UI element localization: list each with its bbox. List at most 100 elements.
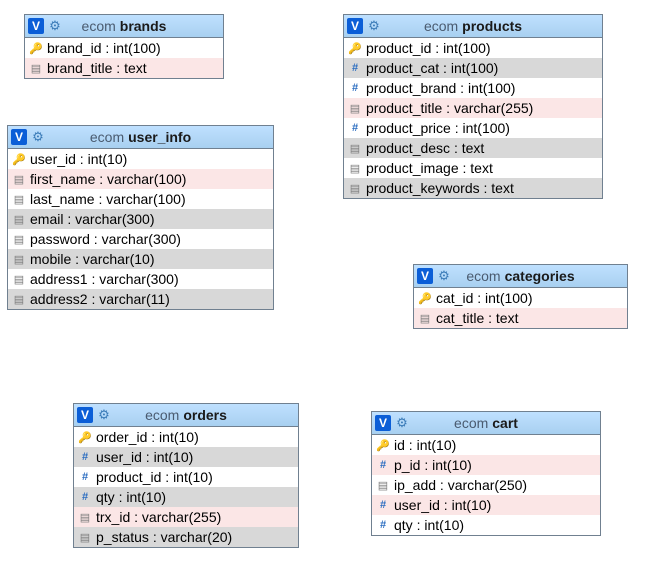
column-row[interactable]: 🔑brand_id : int(100): [25, 38, 223, 58]
column-name: id: [394, 437, 405, 453]
key-icon: 🔑: [418, 291, 432, 305]
column-name: product_desc: [366, 140, 450, 156]
column-row[interactable]: ▤product_desc : text: [344, 138, 602, 158]
column-row[interactable]: #product_cat : int(100): [344, 58, 602, 78]
column-def: product_desc : text: [366, 140, 484, 156]
column-row[interactable]: ▤product_title : varchar(255): [344, 98, 602, 118]
view-badge-icon[interactable]: V: [11, 129, 27, 145]
column-row[interactable]: ▤password : varchar(300): [8, 229, 273, 249]
separator: :: [456, 80, 468, 96]
hash-icon: #: [78, 470, 92, 484]
column-type: int(10): [173, 469, 213, 485]
column-row[interactable]: #product_brand : int(100): [344, 78, 602, 98]
table-header[interactable]: V⚙ecomcategories: [414, 265, 627, 288]
column-row[interactable]: #qty : int(10): [74, 487, 298, 507]
table-user_info[interactable]: V⚙ecomuser_info🔑user_id : int(10)▤first_…: [7, 125, 274, 310]
separator: :: [130, 509, 142, 525]
table-products[interactable]: V⚙ecomproducts🔑product_id : int(100)#pro…: [343, 14, 603, 199]
separator: :: [161, 469, 173, 485]
table-header[interactable]: V⚙ecombrands: [25, 15, 223, 38]
column-def: product_price : int(100): [366, 120, 510, 136]
column-row[interactable]: 🔑product_id : int(100): [344, 38, 602, 58]
table-name: user_info: [128, 129, 191, 145]
column-row[interactable]: ▤first_name : varchar(100): [8, 169, 273, 189]
gear-icon[interactable]: ⚙: [366, 18, 382, 34]
view-badge-icon[interactable]: V: [417, 268, 433, 284]
table-header[interactable]: V⚙ecomuser_info: [8, 126, 273, 149]
column-name: product_title: [366, 100, 442, 116]
table-header[interactable]: V⚙ecomorders: [74, 404, 298, 427]
view-badge-icon[interactable]: V: [347, 18, 363, 34]
column-name: order_id: [96, 429, 147, 445]
gear-icon[interactable]: ⚙: [96, 407, 112, 423]
table-brands[interactable]: V⚙ecombrands🔑brand_id : int(100)▤brand_t…: [24, 14, 224, 79]
column-def: order_id : int(10): [96, 429, 199, 445]
view-badge-icon[interactable]: V: [375, 415, 391, 431]
column-name: user_id: [30, 151, 76, 167]
column-type: text: [462, 140, 485, 156]
column-row[interactable]: ▤address2 : varchar(11): [8, 289, 273, 309]
text-icon: ▤: [12, 232, 26, 246]
gear-icon[interactable]: ⚙: [47, 18, 63, 34]
table-cart[interactable]: V⚙ecomcart🔑id : int(10)#p_id : int(10)▤i…: [371, 411, 601, 536]
column-row[interactable]: ▤ip_add : varchar(250): [372, 475, 600, 495]
column-row[interactable]: #qty : int(10): [372, 515, 600, 535]
gear-icon[interactable]: ⚙: [394, 415, 410, 431]
column-type: int(10): [417, 437, 457, 453]
column-type: text: [470, 160, 493, 176]
view-badge-icon[interactable]: V: [28, 18, 44, 34]
separator: :: [439, 60, 451, 76]
table-header[interactable]: V⚙ecomcart: [372, 412, 600, 435]
column-name: product_price: [366, 120, 451, 136]
column-row[interactable]: ▤product_keywords : text: [344, 178, 602, 198]
column-name: qty: [96, 489, 115, 505]
column-name: mobile: [30, 251, 71, 267]
column-row[interactable]: #user_id : int(10): [74, 447, 298, 467]
column-row[interactable]: #p_id : int(10): [372, 455, 600, 475]
column-row[interactable]: ▤address1 : varchar(300): [8, 269, 273, 289]
column-row[interactable]: ▤last_name : varchar(100): [8, 189, 273, 209]
table-name: products: [462, 18, 522, 34]
column-row[interactable]: 🔑id : int(10): [372, 435, 600, 455]
hash-icon: #: [348, 81, 362, 95]
column-row[interactable]: ▤mobile : varchar(10): [8, 249, 273, 269]
separator: :: [142, 449, 154, 465]
separator: :: [484, 310, 496, 326]
column-row[interactable]: #user_id : int(10): [372, 495, 600, 515]
column-name: password: [30, 231, 90, 247]
separator: :: [147, 429, 159, 445]
separator: :: [431, 40, 443, 56]
column-def: address2 : varchar(11): [30, 291, 170, 307]
text-icon: ▤: [348, 161, 362, 175]
column-type: int(10): [432, 457, 472, 473]
column-row[interactable]: 🔑order_id : int(10): [74, 427, 298, 447]
column-row[interactable]: 🔑cat_id : int(100): [414, 288, 627, 308]
column-row[interactable]: 🔑user_id : int(10): [8, 149, 273, 169]
column-row[interactable]: ▤p_status : varchar(20): [74, 527, 298, 547]
column-row[interactable]: ▤ product_image : text: [344, 158, 602, 178]
text-icon: ▤: [12, 192, 26, 206]
column-type: int(10): [452, 497, 492, 513]
column-type: varchar(20): [161, 529, 233, 545]
column-type: int(100): [463, 120, 510, 136]
column-row[interactable]: ▤email : varchar(300): [8, 209, 273, 229]
column-row[interactable]: #product_id : int(10): [74, 467, 298, 487]
separator: :: [112, 60, 124, 76]
separator: :: [88, 271, 100, 287]
column-row[interactable]: ▤trx_id : varchar(255): [74, 507, 298, 527]
view-badge-icon[interactable]: V: [77, 407, 93, 423]
column-name: address1: [30, 271, 88, 287]
column-row[interactable]: #product_price : int(100): [344, 118, 602, 138]
column-def: product_image : text: [366, 160, 493, 176]
table-orders[interactable]: V⚙ecomorders🔑order_id : int(10)#user_id …: [73, 403, 299, 548]
column-row[interactable]: ▤brand_title : text: [25, 58, 223, 78]
table-header[interactable]: V⚙ecomproducts: [344, 15, 602, 38]
column-type: text: [491, 180, 514, 196]
gear-icon[interactable]: ⚙: [30, 129, 46, 145]
gear-icon[interactable]: ⚙: [436, 268, 452, 284]
table-categories[interactable]: V⚙ecomcategories🔑cat_id : int(100)▤cat_t…: [413, 264, 628, 329]
column-type: int(10): [424, 517, 464, 533]
column-row[interactable]: ▤cat_title : text: [414, 308, 627, 328]
hash-icon: #: [348, 61, 362, 75]
column-def: id : int(10): [394, 437, 456, 453]
